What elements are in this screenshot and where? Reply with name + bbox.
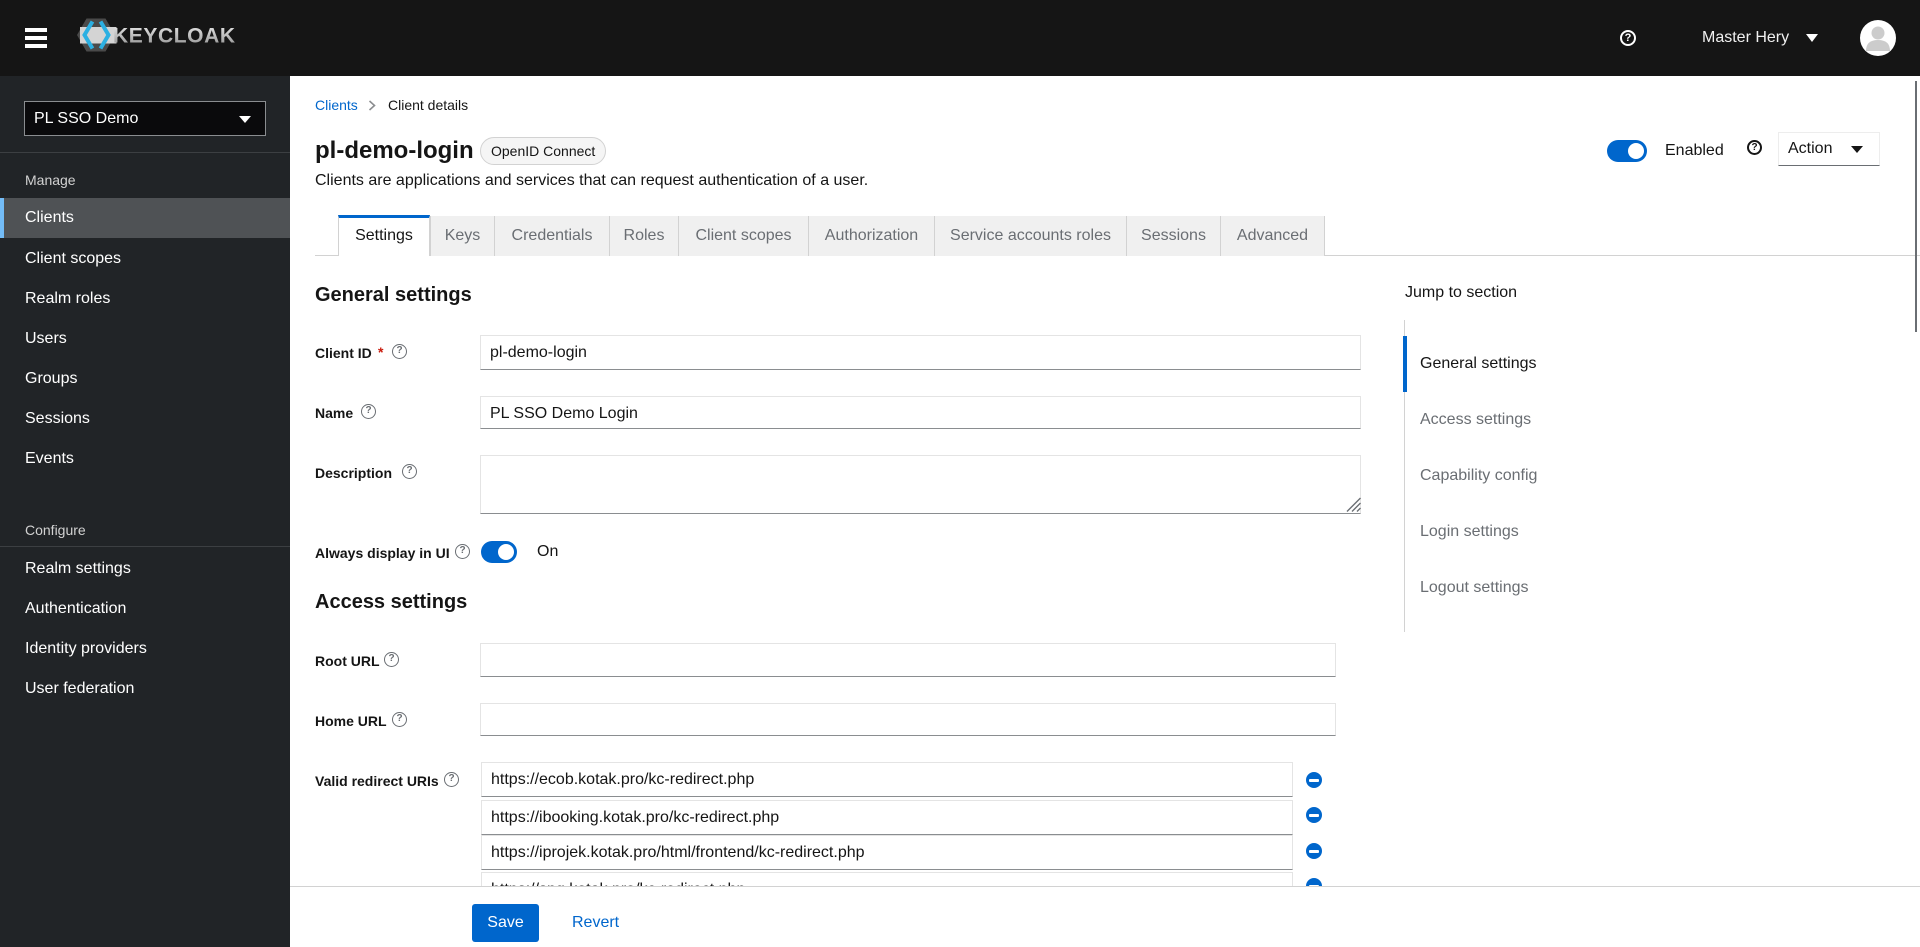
svg-text:KEYCLOAK: KEYCLOAK: [113, 25, 236, 48]
